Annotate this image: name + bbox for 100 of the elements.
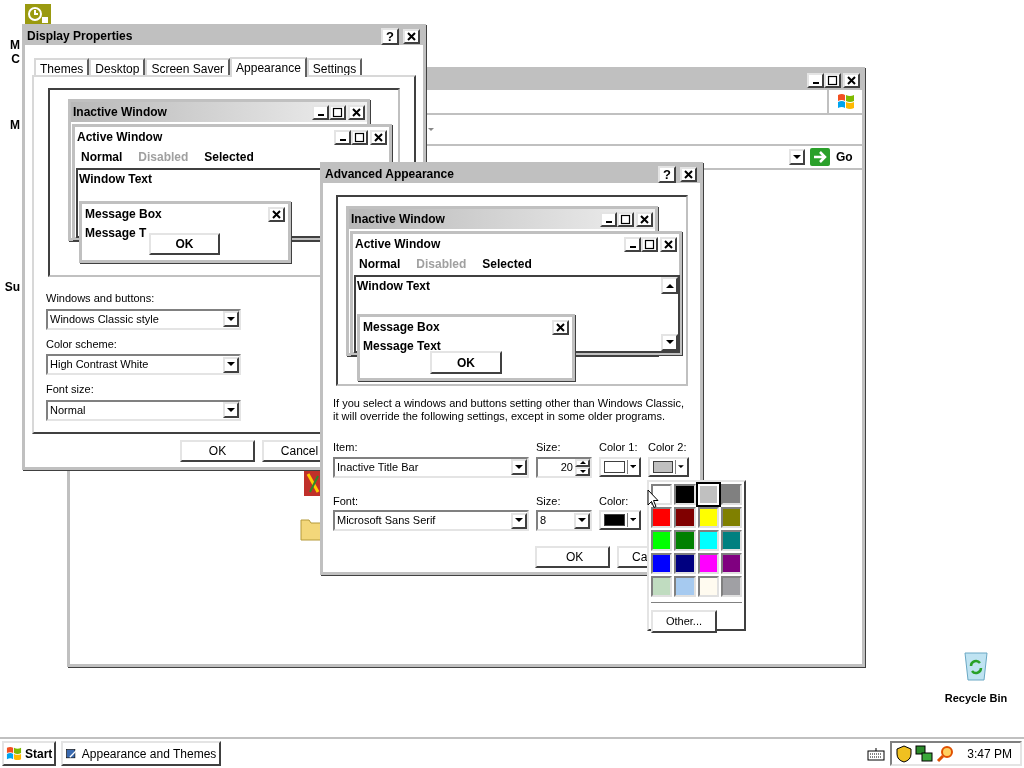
- up-arrow-icon: [579, 461, 586, 465]
- close-button[interactable]: [680, 166, 697, 182]
- taskbar-button[interactable]: Appearance and Themes: [61, 741, 222, 766]
- dropdown-arrow-icon[interactable]: [428, 127, 434, 132]
- tab[interactable]: Appearance: [230, 57, 307, 77]
- color-swatch[interactable]: [674, 576, 696, 597]
- window-title: Active Window: [355, 236, 442, 253]
- close-button[interactable]: [370, 129, 387, 145]
- menu-item[interactable]: Selected: [482, 254, 532, 273]
- menu-item[interactable]: Normal: [359, 254, 401, 273]
- ok-button[interactable]: OK: [430, 351, 502, 374]
- window-text: Window Text: [78, 171, 152, 188]
- icon-label: C: [11, 52, 20, 66]
- scroll-up-button[interactable]: [661, 277, 678, 294]
- color-swatch[interactable]: [697, 507, 719, 528]
- clock-icon[interactable]: [25, 4, 51, 26]
- color-swatch[interactable]: [720, 553, 742, 574]
- maximize-button[interactable]: [617, 211, 634, 227]
- other-colors-button[interactable]: Other...: [651, 609, 717, 633]
- network-icon[interactable]: [915, 744, 934, 763]
- dialog-button[interactable]: OK: [180, 440, 255, 462]
- dropdown-field[interactable]: Windows Classic style: [46, 308, 241, 330]
- dropdown-button[interactable]: [789, 149, 805, 165]
- field-label: Color scheme:: [46, 336, 118, 352]
- keyboard-icon[interactable]: [867, 746, 886, 761]
- maximize-button[interactable]: [641, 236, 658, 252]
- color-swatch[interactable]: [651, 576, 673, 597]
- ok-button[interactable]: OK: [149, 233, 220, 255]
- close-button[interactable]: [552, 319, 569, 335]
- color-swatch[interactable]: [697, 530, 719, 551]
- dropdown-button[interactable]: [511, 459, 527, 475]
- close-button[interactable]: [403, 28, 420, 44]
- dialog-button[interactable]: OK: [535, 546, 610, 568]
- maximize-button[interactable]: [351, 129, 368, 145]
- scroll-down-button[interactable]: [661, 334, 678, 351]
- dropdown-field[interactable]: 8: [536, 510, 592, 531]
- spin-down-button[interactable]: [575, 467, 590, 476]
- close-icon: [405, 30, 418, 42]
- shield-icon[interactable]: [896, 744, 913, 763]
- close-button[interactable]: [843, 72, 860, 88]
- magnifier-icon[interactable]: [936, 744, 955, 763]
- dropdown-field[interactable]: Normal: [46, 399, 241, 421]
- start-button[interactable]: Start: [2, 741, 57, 766]
- close-button[interactable]: [348, 104, 365, 120]
- minimize-icon: [317, 114, 324, 116]
- minimize-button[interactable]: [600, 211, 617, 227]
- dropdown-field[interactable]: Microsoft Sans Serif: [333, 510, 529, 531]
- help-button[interactable]: ?: [381, 27, 399, 45]
- help-button[interactable]: ?: [658, 165, 676, 183]
- menu-item[interactable]: Normal: [81, 147, 123, 166]
- color-swatch[interactable]: [674, 484, 696, 505]
- spin-field[interactable]: 20: [536, 456, 592, 478]
- dropdown-button[interactable]: [511, 512, 527, 529]
- color-swatch[interactable]: [720, 484, 742, 505]
- go-button[interactable]: Go: [806, 148, 862, 166]
- color-swatch[interactable]: [651, 507, 673, 528]
- message-box-title: Message Box: [363, 319, 441, 336]
- maximize-button[interactable]: [824, 72, 841, 88]
- color-picker-button[interactable]: [648, 456, 689, 477]
- tab[interactable]: Themes: [34, 58, 90, 75]
- tab[interactable]: Desktop: [89, 58, 146, 75]
- color-swatch[interactable]: [651, 530, 673, 551]
- dropdown-field[interactable]: Inactive Title Bar: [333, 456, 529, 478]
- color-swatch[interactable]: [720, 576, 742, 597]
- color-swatch[interactable]: [651, 553, 673, 574]
- field-label: Size:: [536, 493, 562, 509]
- dropdown-button[interactable]: [223, 356, 239, 373]
- color-swatch[interactable]: [674, 530, 696, 551]
- dropdown-button[interactable]: [574, 512, 590, 529]
- window-text: Window Text: [356, 278, 430, 295]
- caret-icon: [629, 518, 636, 522]
- color-swatch[interactable]: [697, 576, 719, 597]
- caret-icon: [578, 518, 586, 523]
- color-swatch[interactable]: [674, 553, 696, 574]
- minimize-button[interactable]: [807, 72, 824, 88]
- color-swatch[interactable]: [720, 507, 742, 528]
- color-picker-button[interactable]: [599, 510, 641, 530]
- maximize-button[interactable]: [329, 104, 346, 120]
- minimize-button[interactable]: [624, 236, 641, 252]
- dropdown-button[interactable]: [223, 402, 239, 418]
- tab[interactable]: Settings: [306, 58, 363, 75]
- window-title: Inactive Window: [351, 211, 446, 228]
- minimize-button[interactable]: [312, 104, 329, 120]
- caret-icon: [227, 407, 235, 413]
- maximize-icon: [826, 74, 839, 86]
- field-label: Windows and buttons:: [46, 291, 156, 306]
- color-swatch[interactable]: [720, 530, 742, 551]
- dropdown-field[interactable]: High Contrast White: [46, 354, 241, 375]
- color-swatch[interactable]: [697, 553, 719, 574]
- color-picker-button[interactable]: [599, 456, 641, 477]
- minimize-button[interactable]: [334, 129, 351, 145]
- close-button[interactable]: [636, 211, 653, 227]
- close-button[interactable]: [660, 236, 677, 252]
- color-swatch[interactable]: [674, 507, 696, 528]
- dropdown-button[interactable]: [223, 311, 239, 327]
- clock-text[interactable]: 3:47 PM: [967, 744, 1012, 763]
- menu-item[interactable]: Selected: [204, 147, 254, 166]
- tab[interactable]: Screen Saver: [145, 58, 231, 75]
- close-button[interactable]: [268, 206, 285, 222]
- close-icon: [350, 106, 363, 118]
